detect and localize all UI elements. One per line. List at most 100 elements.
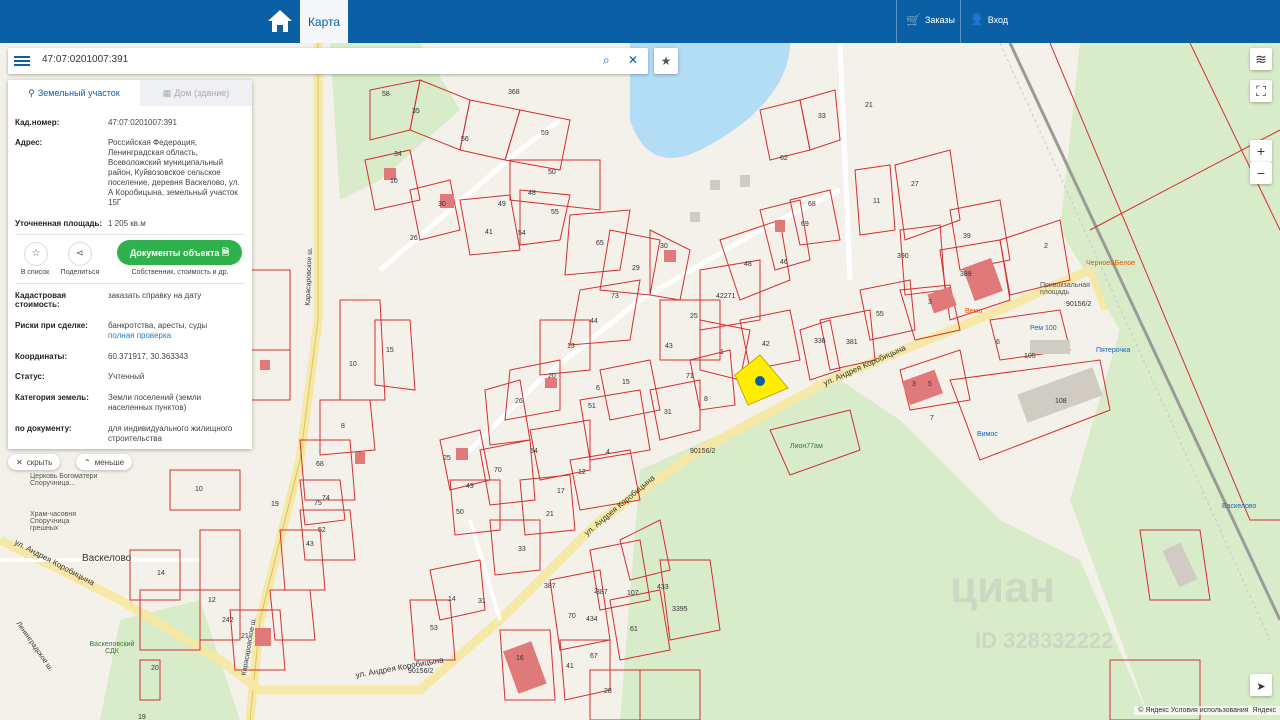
- lot-number-label: 389: [960, 271, 972, 278]
- zoom-in-button[interactable]: +: [1250, 140, 1272, 162]
- row-key: Категория земель:: [15, 393, 89, 402]
- lot-number-label: 19: [271, 501, 279, 508]
- lot-number-label: 433: [657, 584, 669, 591]
- lot-number-label: 55: [551, 209, 559, 216]
- lot-number-label: 17: [557, 488, 565, 495]
- watermark: циан: [950, 563, 1056, 612]
- tab-house[interactable]: ▦ Дом (здание): [140, 80, 252, 106]
- place-label: Храм-часовня Споручница грешных: [30, 511, 76, 532]
- search-bar: 47:07:0201007:391 ⌕ ✕: [8, 48, 648, 74]
- lot-number-label: 53: [430, 625, 438, 632]
- lot-number-label: 336: [814, 338, 826, 345]
- lot-number-label: 28: [604, 688, 612, 695]
- lot-number-label: 69: [801, 221, 809, 228]
- lot-number-label: 30: [660, 243, 668, 250]
- divider: [15, 234, 245, 235]
- lot-number-label: 434: [586, 616, 598, 623]
- lot-number-label: 30: [438, 201, 446, 208]
- documents-button[interactable]: Документы объекта 🗎: [117, 240, 242, 265]
- home-icon[interactable]: [266, 8, 294, 34]
- fullscreen-button[interactable]: ⛶: [1250, 80, 1272, 102]
- hide-panel-button[interactable]: ✕ скрыть: [8, 454, 61, 470]
- lot-number-label: 21: [241, 633, 249, 640]
- share-label: Поделиться: [60, 269, 100, 276]
- lot-number-label: 50: [456, 509, 464, 516]
- lot-number-label: 42271: [716, 293, 736, 300]
- row-key: по документу:: [15, 424, 72, 433]
- full-check-link[interactable]: полная проверка: [108, 331, 243, 341]
- divider: [960, 0, 961, 43]
- search-icon[interactable]: ⌕: [603, 53, 610, 68]
- lot-number-label: 56: [461, 136, 469, 143]
- lot-number-label: 2: [1044, 243, 1048, 250]
- place-label: Церковь Богоматери Споручница...: [30, 473, 98, 487]
- lot-number-label: 3: [912, 381, 916, 388]
- lot-number-label: 20: [548, 373, 556, 380]
- lot-number-label: 27: [911, 181, 919, 188]
- tab-land-plot[interactable]: ⚲ Земельный участок: [8, 80, 140, 108]
- order-report-link[interactable]: заказать справку на дату: [108, 291, 243, 301]
- lot-number-label: 105: [1024, 353, 1036, 360]
- hide-label: скрыть: [26, 457, 53, 467]
- login-button[interactable]: 👤 Вход: [970, 13, 1008, 26]
- building-icon: ▦: [162, 87, 172, 98]
- collapse-panel-button[interactable]: ⌃ меньше: [76, 454, 133, 470]
- road-number: 90156/2: [690, 448, 716, 455]
- row-value: Российская Федерация, Ленинградская обла…: [108, 138, 240, 207]
- lot-number-label: 108: [1055, 398, 1067, 405]
- clear-icon[interactable]: ✕: [628, 53, 638, 67]
- lot-number-label: 58: [382, 91, 390, 98]
- lot-number-label: 29: [632, 265, 640, 272]
- orders-label: Заказы: [924, 15, 956, 25]
- cad-number-link[interactable]: 47:07:0201007:391: [108, 118, 243, 128]
- row-key: Риски при сделке:: [15, 321, 88, 330]
- row-value: 60.371917, 30.363343: [108, 352, 189, 361]
- share-button[interactable]: ⋖: [68, 242, 92, 266]
- place-label: Лион77ам: [790, 443, 823, 450]
- lot-number-label: 50: [548, 169, 556, 176]
- lot-number-label: 10: [349, 361, 357, 368]
- lot-number-label: 42: [762, 341, 770, 348]
- place-label: Васкелово: [82, 553, 132, 564]
- tab-map[interactable]: Карта: [300, 0, 348, 43]
- lot-number-label: 21: [546, 511, 554, 518]
- lot-number-label: 25: [443, 455, 451, 462]
- lot-number-label: 107: [627, 590, 639, 597]
- lot-number-label: 6: [596, 385, 600, 392]
- documents-sublabel: Собственник, стоимость и др.: [131, 269, 229, 276]
- menu-icon[interactable]: [14, 54, 30, 68]
- map-attribution[interactable]: © Яндекс Условия использования Яндекс: [1134, 706, 1280, 715]
- top-navigation-bar: Карта 🛒 Заказы 👤 Вход: [0, 0, 1280, 43]
- close-icon: ✕: [16, 457, 23, 467]
- lot-number-label: 35: [412, 108, 420, 115]
- plus-icon: +: [1256, 143, 1266, 159]
- lot-number-label: 10: [195, 486, 203, 493]
- lot-number-label: 7: [930, 415, 934, 422]
- zoom-out-button[interactable]: −: [1250, 162, 1272, 184]
- lot-number-label: 390: [897, 253, 909, 260]
- divider: [896, 0, 897, 43]
- tab-house-label: Дом (здание): [174, 88, 230, 98]
- place-label: Вемо: [965, 308, 983, 315]
- lot-number-label: 387: [544, 583, 556, 590]
- layers-button[interactable]: ≋: [1250, 48, 1272, 70]
- watermark-id: ID 328332222: [975, 628, 1114, 653]
- search-input[interactable]: 47:07:0201007:391: [42, 54, 128, 65]
- lot-number-label: 8: [341, 423, 345, 430]
- lot-number-label: 68: [808, 201, 816, 208]
- row-key: Адрес:: [15, 138, 43, 147]
- risks-text: банкротства, аресты, суды: [108, 321, 208, 330]
- add-to-list-button[interactable]: ☆: [24, 242, 48, 266]
- lot-number-label: 12: [578, 469, 586, 476]
- lot-number-label: 43: [306, 541, 314, 548]
- orders-button[interactable]: 🛒 Заказы: [906, 13, 955, 27]
- parcel-info-panel: ⚲ Земельный участок ▦ Дом (здание) Кад.н…: [8, 80, 252, 449]
- row-value: Учтенный: [108, 372, 145, 381]
- pin-icon: ⚲: [28, 87, 35, 98]
- lot-number-label: 31: [664, 409, 672, 416]
- favorite-star-button[interactable]: ★: [654, 48, 678, 74]
- lot-number-label: 33: [818, 113, 826, 120]
- road-number: 90156/2: [1066, 301, 1092, 308]
- lot-number-label: 41: [485, 229, 493, 236]
- geolocation-button[interactable]: ➤: [1250, 674, 1272, 696]
